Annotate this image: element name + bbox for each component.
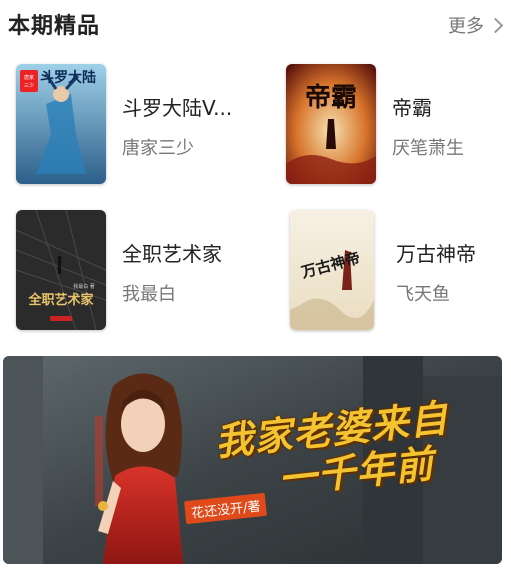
- book-title: 万古神帝: [396, 242, 476, 266]
- book-cover: 我最白 著 全职艺术家: [16, 210, 106, 330]
- book-item[interactable]: 唐家 三少 斗罗大陆 斗罗大陆V... 唐家三少: [16, 64, 256, 186]
- promo-banner[interactable]: 我家老婆来自 一千年前 花还没开/著: [3, 356, 502, 564]
- chevron-right-icon: [487, 17, 504, 33]
- book-title: 帝霸: [392, 96, 432, 120]
- svg-text:三少: 三少: [24, 83, 34, 89]
- cover-title-text: 斗罗大陆: [40, 69, 96, 86]
- book-item[interactable]: 帝霸 帝霸 厌笔萧生: [286, 64, 511, 186]
- book-cover: 唐家 三少 斗罗大陆: [16, 64, 106, 184]
- book-author: 飞天鱼: [396, 284, 450, 305]
- book-author: 厌笔萧生: [392, 138, 464, 159]
- cover-small-text: 我最白 著: [73, 283, 95, 290]
- more-link[interactable]: 更多: [448, 12, 504, 38]
- more-label: 更多: [448, 16, 484, 37]
- book-title: 全职艺术家: [122, 242, 222, 266]
- book-cover: 万古神帝: [290, 210, 374, 330]
- cover-title-text: 全职艺术家: [27, 292, 94, 308]
- book-author: 我最白: [122, 284, 176, 305]
- section-header: 本期精品 更多: [0, 0, 511, 48]
- book-title: 斗罗大陆V...: [122, 96, 233, 120]
- book-item[interactable]: 我最白 著 全职艺术家 全职艺术家 我最白: [16, 210, 256, 332]
- book-item[interactable]: 万古神帝 万古神帝 飞天鱼: [290, 210, 511, 332]
- svg-text:唐家: 唐家: [24, 74, 34, 81]
- book-cover: 帝霸: [286, 64, 376, 184]
- book-author: 唐家三少: [122, 138, 194, 159]
- cover-title-text: 帝霸: [305, 82, 357, 113]
- section-title: 本期精品: [8, 14, 101, 39]
